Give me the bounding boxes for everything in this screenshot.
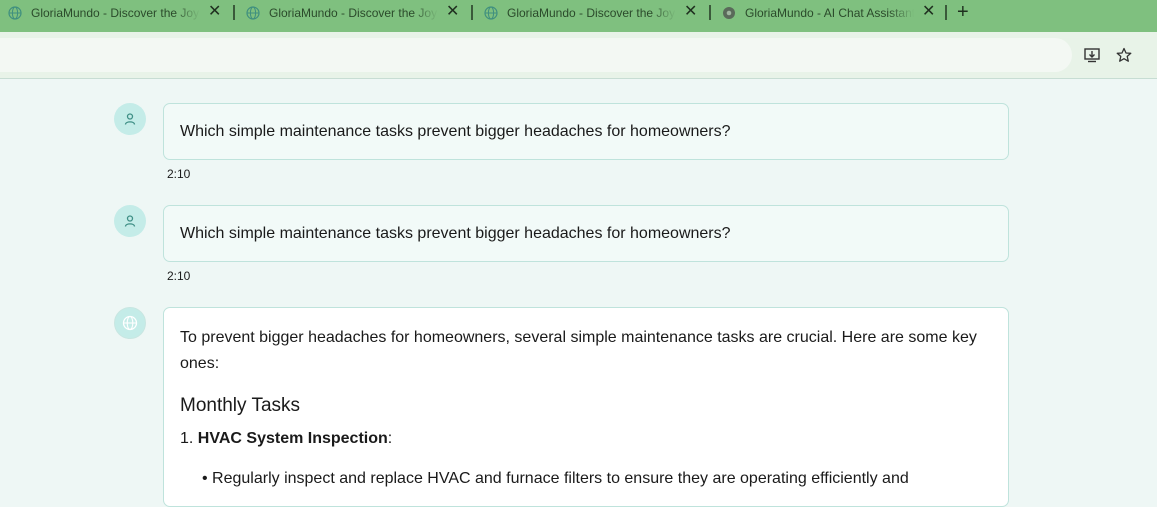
tab-2[interactable]: GloriaMundo - Discover the Joy ✕ [246, 0, 459, 25]
tab-title: GloriaMundo - Discover the Joy [31, 5, 200, 20]
tab-3[interactable]: GloriaMundo - Discover the Joy ✕ [484, 0, 697, 25]
user-icon [124, 113, 136, 125]
section-heading: Monthly Tasks [180, 395, 301, 416]
tab-title: GloriaMundo - AI Chat Assistant [745, 5, 914, 20]
chrome-globe-icon [723, 6, 735, 19]
assistant-avatar [114, 307, 146, 339]
tab-separator [233, 5, 235, 20]
tab-strip: GloriaMundo - Discover the Joy ✕ GloriaM… [0, 0, 1157, 32]
user-avatar [114, 103, 146, 135]
tab-1[interactable]: GloriaMundo - Discover the Joy ✕ [8, 0, 221, 25]
tab-close-icon[interactable]: ✕ [684, 4, 697, 20]
install-icon[interactable] [1084, 47, 1100, 63]
tab-separator [945, 5, 947, 20]
tab-title: GloriaMundo - Discover the Joy [269, 5, 438, 20]
globe-icon [122, 315, 138, 331]
toolbar-divider [0, 78, 1157, 79]
list-number: 1. [180, 430, 194, 447]
tab-4-active[interactable]: GloriaMundo - AI Chat Assistant ✕ [722, 0, 935, 25]
message-text: Which simple maintenance tasks prevent b… [180, 123, 731, 140]
list-item-title: HVAC System Inspection [197, 430, 388, 447]
new-tab-button[interactable]: + [957, 2, 969, 22]
message-timestamp: 2:10 [167, 167, 191, 181]
assistant-message-bubble: To prevent bigger headaches for homeowne… [163, 307, 1009, 507]
user-icon [124, 215, 136, 227]
tab-separator [709, 5, 711, 20]
globe-icon [8, 5, 22, 20]
message-text: Which simple maintenance tasks prevent b… [180, 225, 731, 242]
globe-icon [246, 5, 260, 20]
list-item: 1. HVAC System Inspection: [180, 430, 392, 448]
address-bar[interactable] [0, 38, 1072, 72]
tab-title: GloriaMundo - Discover the Joy [507, 5, 676, 20]
globe-icon [484, 5, 498, 20]
toolbar [0, 32, 1157, 78]
user-message-bubble: Which simple maintenance tasks prevent b… [163, 103, 1009, 160]
user-message-bubble: Which simple maintenance tasks prevent b… [163, 205, 1009, 262]
tab-separator [471, 5, 473, 20]
sub-list-item: • Regularly inspect and replace HVAC and… [202, 470, 909, 487]
message-timestamp: 2:10 [167, 269, 191, 283]
user-avatar [114, 205, 146, 237]
tab-close-icon[interactable]: ✕ [922, 4, 935, 20]
assistant-intro-text: To prevent bigger headaches for homeowne… [180, 329, 977, 372]
list-item-colon: : [387, 430, 393, 447]
bookmark-star-icon[interactable] [1116, 47, 1132, 63]
tab-close-icon[interactable]: ✕ [446, 4, 459, 20]
tab-close-icon[interactable]: ✕ [208, 4, 221, 20]
